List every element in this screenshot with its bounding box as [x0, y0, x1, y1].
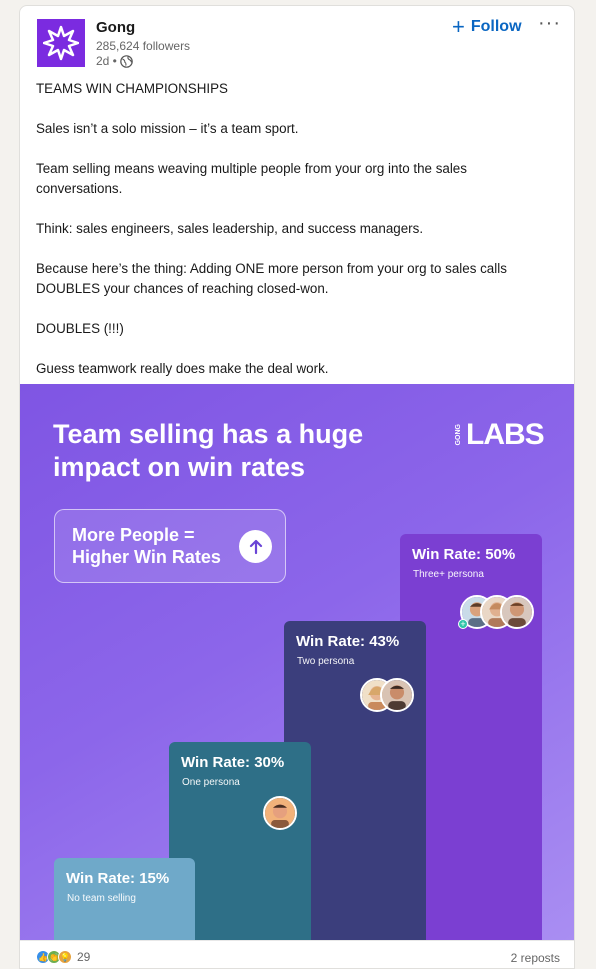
post-time: 2d •	[96, 54, 117, 68]
reaction-count: 29	[77, 950, 91, 964]
post-paragraph: Sales isn’t a solo mission – it’s a team…	[36, 121, 299, 136]
bar-label: Two persona	[297, 656, 355, 667]
post-paragraph: DOUBLES (!!!)	[36, 321, 124, 336]
follow-button[interactable]: + Follow	[452, 14, 522, 39]
brand-big: LABS	[466, 418, 545, 451]
bar-label: No team selling	[67, 893, 136, 904]
insightful-icon: 💡	[58, 950, 72, 964]
post-paragraph: TEAMS WIN CHAMPIONSHIPS	[36, 81, 228, 96]
bar-rate: Win Rate: 50%	[412, 546, 516, 563]
post-paragraph: Think: sales engineers, sales leadership…	[36, 221, 424, 236]
avatar	[380, 678, 414, 712]
add-persona-icon: +	[458, 619, 468, 629]
gong-labs-logo: GONG LABS	[455, 418, 545, 452]
win-rate-bar-none: Win Rate: 15% No team selling	[54, 858, 195, 940]
bar-rate: Win Rate: 15%	[66, 870, 170, 887]
post-paragraph: Because here’s the thing: Adding ONE mor…	[36, 261, 507, 296]
post-paragraph: Team selling means weaving multiple peop…	[36, 161, 467, 196]
post-body: TEAMS WIN CHAMPIONSHIPS Sales isn’t a so…	[36, 79, 556, 399]
bar-rate: Win Rate: 30%	[181, 754, 285, 771]
bar-label: Three+ persona	[413, 569, 484, 580]
avatar	[500, 595, 534, 629]
follower-count: 285,624 followers	[96, 39, 191, 53]
callout-pill: More People = Higher Win Rates	[54, 509, 286, 583]
post-paragraph: Guess teamwork really does make the deal…	[36, 361, 329, 376]
arrow-up-icon	[239, 530, 272, 563]
image-title: Team selling has a huge impact on win ra…	[53, 419, 364, 482]
follow-label: Follow	[470, 18, 522, 35]
bar-label: One persona	[182, 777, 240, 788]
post-header: Gong 285,624 followers 2d • + Follow ···	[20, 6, 574, 74]
post-image[interactable]: Team selling has a huge impact on win ra…	[20, 384, 574, 940]
reactions-summary[interactable]: 👍 👏 💡 29	[36, 950, 90, 964]
brand-small: GONG	[455, 424, 462, 446]
company-name[interactable]: Gong	[96, 19, 135, 36]
avatar	[263, 796, 297, 830]
social-bar: 👍 👏 💡 29 2 reposts	[20, 940, 574, 968]
globe-icon	[120, 54, 133, 68]
callout-text: More People = Higher Win Rates	[72, 525, 221, 567]
company-logo[interactable]	[37, 19, 85, 67]
post-meta: 2d •	[96, 54, 133, 68]
gong-burst-icon	[43, 25, 79, 61]
more-options-icon[interactable]: ···	[538, 12, 561, 35]
plus-icon: +	[452, 14, 465, 39]
bar-rate: Win Rate: 43%	[296, 633, 400, 650]
post-card: Gong 285,624 followers 2d • + Follow ···…	[19, 5, 575, 969]
repost-count[interactable]: 2 reposts	[511, 951, 560, 965]
